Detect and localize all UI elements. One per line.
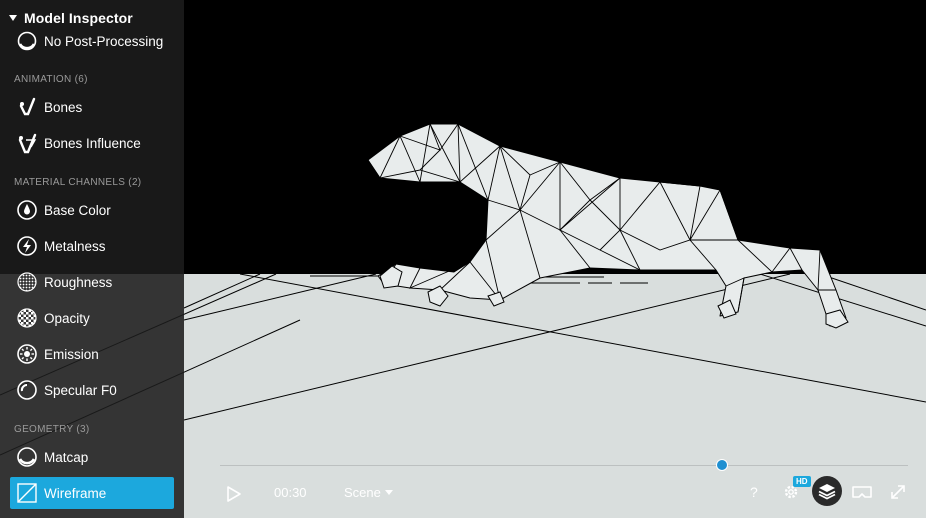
collapse-caret-icon[interactable] bbox=[9, 15, 17, 21]
option-base-color[interactable]: Base Color bbox=[10, 194, 174, 226]
layers-button[interactable] bbox=[811, 475, 843, 512]
option-label: Wireframe bbox=[44, 485, 107, 501]
bones-influence-icon bbox=[15, 131, 39, 155]
option-label: Matcap bbox=[44, 449, 89, 465]
model-inspector-panel: Model Inspector No Post-Processing ANIMA… bbox=[0, 0, 184, 518]
metalness-icon bbox=[15, 234, 39, 258]
option-label: Bones bbox=[44, 99, 83, 115]
section-animation: ANIMATION (6) bbox=[14, 74, 88, 85]
roughness-icon bbox=[15, 270, 39, 294]
option-opacity[interactable]: Opacity bbox=[10, 302, 174, 334]
option-label: Emission bbox=[44, 346, 99, 362]
post-processing-icon bbox=[15, 29, 39, 53]
play-button[interactable] bbox=[226, 485, 242, 508]
option-metalness[interactable]: Metalness bbox=[10, 230, 174, 262]
vr-button[interactable] bbox=[852, 485, 872, 504]
section-material-channels: MATERIAL CHANNELS (2) bbox=[14, 177, 142, 188]
section-geometry: GEOMETRY (3) bbox=[14, 424, 90, 435]
option-label: Roughness bbox=[44, 274, 113, 290]
bones-icon bbox=[15, 95, 39, 119]
matcap-icon bbox=[15, 445, 39, 469]
base-color-icon bbox=[15, 198, 39, 222]
player-controls: 00:30 Scene ? HD bbox=[184, 455, 926, 518]
wireframe-icon bbox=[15, 481, 39, 505]
opacity-icon bbox=[15, 306, 39, 330]
option-roughness[interactable]: Roughness bbox=[10, 266, 174, 298]
option-no-post-processing[interactable]: No Post-Processing bbox=[10, 25, 174, 57]
timeline-track[interactable] bbox=[220, 465, 908, 466]
help-button[interactable]: ? bbox=[747, 483, 763, 506]
current-time: 00:30 bbox=[274, 485, 307, 500]
option-label: No Post-Processing bbox=[44, 33, 164, 49]
timeline-scrubber[interactable] bbox=[716, 459, 729, 471]
option-label: Specular F0 bbox=[44, 382, 117, 398]
option-label: Bones Influence bbox=[44, 135, 141, 151]
emission-icon bbox=[15, 342, 39, 366]
question-icon: ? bbox=[750, 484, 758, 500]
fullscreen-button[interactable] bbox=[890, 484, 906, 505]
option-matcap[interactable]: Matcap bbox=[10, 441, 174, 473]
scene-label: Scene bbox=[344, 485, 381, 500]
specular-icon bbox=[15, 378, 39, 402]
hd-badge: HD bbox=[793, 476, 811, 487]
option-bones-influence[interactable]: Bones Influence bbox=[10, 127, 174, 159]
option-bones[interactable]: Bones bbox=[10, 91, 174, 123]
option-emission[interactable]: Emission bbox=[10, 338, 174, 370]
scene-dropdown[interactable]: Scene bbox=[344, 485, 393, 500]
option-label: Base Color bbox=[44, 202, 111, 218]
option-label: Opacity bbox=[44, 310, 90, 326]
panel-title: Model Inspector bbox=[24, 10, 133, 26]
option-wireframe[interactable]: Wireframe bbox=[10, 477, 174, 509]
chevron-down-icon bbox=[384, 490, 393, 495]
option-label: Metalness bbox=[44, 238, 106, 254]
option-specular-f0[interactable]: Specular F0 bbox=[10, 374, 174, 406]
fullscreen-icon bbox=[891, 485, 905, 499]
vr-headset-icon bbox=[852, 486, 872, 498]
